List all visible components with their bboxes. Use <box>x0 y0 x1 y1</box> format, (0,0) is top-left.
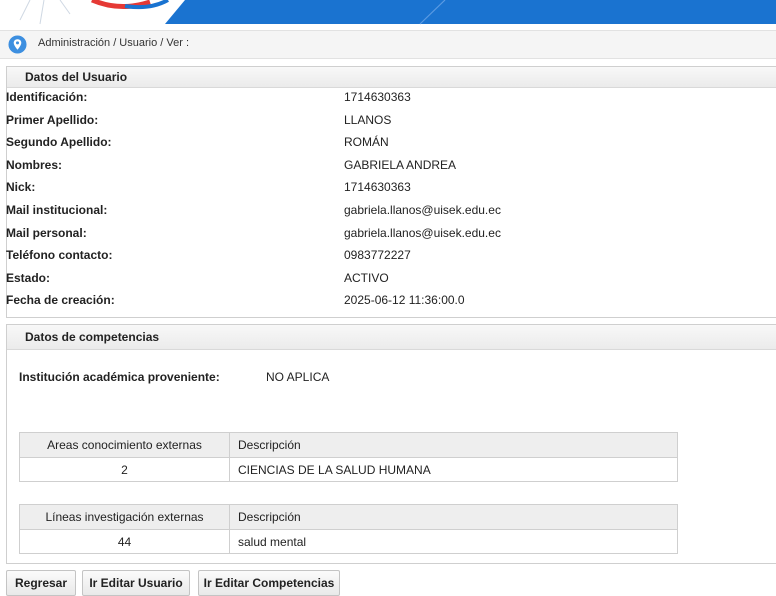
field-label: Fecha de creación: <box>6 293 115 308</box>
field-value: 0983772227 <box>344 248 411 263</box>
edit-user-button[interactable]: Ir Editar Usuario <box>82 570 190 596</box>
edit-competencias-button[interactable]: Ir Editar Competencias <box>198 570 340 596</box>
field-value: gabriela.llanos@uisek.edu.ec <box>344 203 501 217</box>
table-row[interactable]: 2 CIENCIAS DE LA SALUD HUMANA <box>19 457 678 482</box>
areas-table: Areas conocimiento externas Descripción … <box>19 432 678 482</box>
table-cell: salud mental <box>229 529 678 554</box>
field-label: Nick: <box>6 180 36 195</box>
field-label: Teléfono contacto: <box>6 248 113 263</box>
breadcrumb-path: Administración / Usuario / Ver : <box>38 37 190 49</box>
field-label: Primer Apellido: <box>6 112 99 127</box>
table-cell: CIENCIAS DE LA SALUD HUMANA <box>229 457 678 482</box>
field-value: LLANOS <box>344 112 392 127</box>
field-label: Nombres: <box>6 157 63 172</box>
field-value: GABRIELA ANDREA <box>344 157 457 172</box>
column-header[interactable]: Areas conocimiento externas <box>19 432 230 458</box>
field-label: Mail institucional: <box>6 203 108 217</box>
field-value: ROMÁN <box>344 135 389 150</box>
field-label: Mail personal: <box>6 225 87 240</box>
table-row[interactable]: 44 salud mental <box>19 529 678 554</box>
lineas-table: Líneas investigación externas Descripció… <box>19 504 678 554</box>
location-pin-icon <box>8 35 27 54</box>
panel-title: Datos de competencias <box>7 325 776 350</box>
institucion-label: Institución académica proveniente: <box>19 370 220 384</box>
panel-title: Datos del Usuario <box>7 67 776 88</box>
column-header[interactable]: Descripción <box>229 504 678 530</box>
breadcrumb: Administración / Usuario / Ver : <box>0 30 776 59</box>
table-header-row: Areas conocimiento externas Descripción <box>19 432 678 458</box>
column-header[interactable]: Líneas investigación externas <box>19 504 230 530</box>
institucion-value: NO APLICA <box>266 370 330 384</box>
table-cell: 44 <box>19 529 230 554</box>
column-header[interactable]: Descripción <box>229 432 678 458</box>
header-graphic <box>0 0 776 26</box>
field-label: Segundo Apellido: <box>6 135 112 150</box>
field-label: Estado: <box>6 270 51 285</box>
table-header-row: Líneas investigación externas Descripció… <box>19 504 678 530</box>
field-value: gabriela.llanos@uisek.edu.ec <box>344 225 501 240</box>
back-button[interactable]: Regresar <box>6 570 76 596</box>
field-value: ACTIVO <box>344 270 389 285</box>
header-banner <box>0 0 776 26</box>
field-value: 1714630363 <box>344 90 411 104</box>
field-value: 1714630363 <box>344 180 411 195</box>
table-cell: 2 <box>19 457 230 482</box>
field-value: 2025-06-12 11:36:00.0 <box>344 293 465 308</box>
field-label: Identificación: <box>6 90 88 104</box>
